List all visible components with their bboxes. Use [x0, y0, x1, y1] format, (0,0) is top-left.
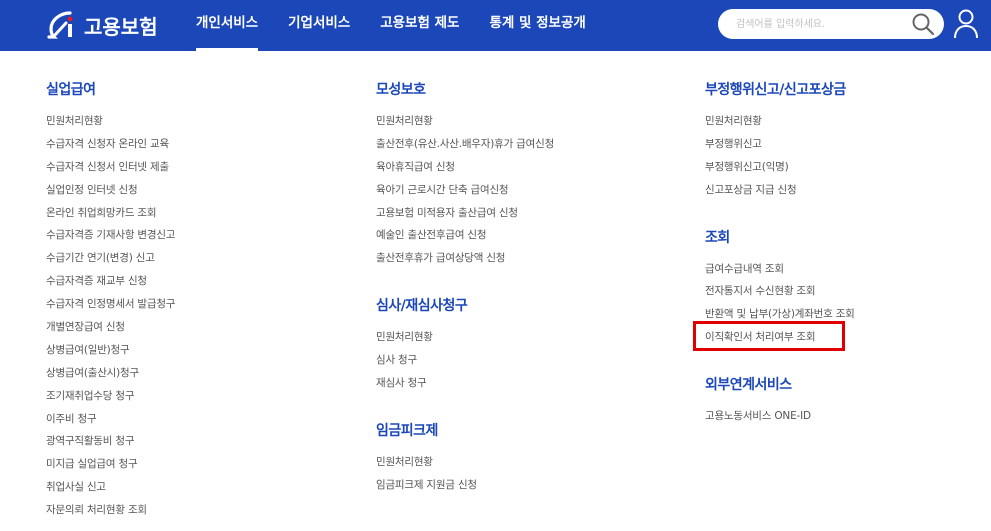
menu-link[interactable]: 심사 청구 — [376, 349, 554, 372]
section-title-wage-peak[interactable]: 임금피크제 — [376, 419, 554, 443]
top-navigation-bar: 고용보험 개인서비스 기업서비스 고용보험 제도 통계 및 정보공개 — [0, 0, 991, 51]
site-logo[interactable]: 고용보험 — [46, 9, 158, 41]
maternity-menu-list: 민원처리현황 출산전후(유산.사산.배우자)휴가 급여신청 육아휴직급여 신청 … — [376, 110, 554, 270]
menu-link[interactable]: 이주비 청구 — [46, 408, 175, 431]
menu-link[interactable]: 육아휴직급여 신청 — [376, 156, 554, 179]
menu-link[interactable]: 임금피크제 지원금 신청 — [376, 474, 554, 497]
menu-link[interactable]: 재심사 청구 — [376, 372, 554, 395]
menu-link[interactable]: 민원처리현황 — [46, 110, 175, 133]
menu-column-3: 부정행위신고/신고포상금 민원처리현황 부정행위신고 부정행위신고(익명) 신고… — [705, 78, 855, 428]
highlight-box — [693, 321, 845, 351]
menu-link[interactable]: 전자통지서 수신현황 조회 — [705, 280, 855, 303]
menu-link[interactable]: 부정행위신고 — [705, 133, 855, 156]
menu-link[interactable]: 수급자격증 재교부 신청 — [46, 270, 175, 293]
fraud-report-menu-list: 민원처리현황 부정행위신고 부정행위신고(익명) 신고포상금 지급 신청 — [705, 110, 855, 202]
menu-link[interactable]: 수급자격증 기재사항 변경신고 — [46, 224, 175, 247]
menu-link[interactable]: 광역구직활동비 청구 — [46, 430, 175, 453]
nav-tab-business-services[interactable]: 기업서비스 — [288, 0, 350, 51]
menu-link[interactable]: 조기재취업수당 청구 — [46, 385, 175, 408]
menu-link[interactable]: 민원처리현황 — [376, 451, 554, 474]
main-nav: 개인서비스 기업서비스 고용보험 제도 통계 및 정보공개 — [196, 0, 616, 51]
menu-link[interactable]: 급여수급내역 조회 — [705, 258, 855, 281]
user-icon[interactable] — [953, 8, 979, 40]
menu-column-2: 모성보호 민원처리현황 출산전후(유산.사산.배우자)휴가 급여신청 육아휴직급… — [376, 78, 554, 497]
menu-link[interactable]: 고용보험 미적용자 출산급여 신청 — [376, 202, 554, 225]
wage-peak-menu-list: 민원처리현황 임금피크제 지원금 신청 — [376, 451, 554, 497]
logo-text: 고용보험 — [84, 14, 158, 39]
menu-link[interactable]: 신고포상금 지급 신청 — [705, 179, 855, 202]
menu-link[interactable]: 개별연장급여 신청 — [46, 316, 175, 339]
menu-link[interactable]: 자문의뢰 처리현황 조회 — [46, 499, 175, 522]
menu-link[interactable]: 상병급여(출산시)청구 — [46, 362, 175, 385]
menu-column-1: 실업급여 민원처리현황 수급자격 신청자 온라인 교육 수급자격 신청서 인터넷… — [46, 78, 175, 522]
nav-tab-insurance-system[interactable]: 고용보험 제도 — [380, 0, 459, 51]
section-title-unemployment[interactable]: 실업급여 — [46, 78, 175, 102]
menu-link[interactable]: 취업사실 신고 — [46, 476, 175, 499]
menu-link[interactable]: 수급자격 인정명세서 발급청구 — [46, 293, 175, 316]
menu-link[interactable]: 온라인 취업희망카드 조회 — [46, 202, 175, 225]
menu-link[interactable]: 민원처리현황 — [705, 110, 855, 133]
section-title-fraud-report[interactable]: 부정행위신고/신고포상금 — [705, 78, 855, 102]
menu-link[interactable]: 미지급 실업급여 청구 — [46, 453, 175, 476]
section-title-inquiry[interactable]: 조회 — [705, 226, 855, 250]
search-input[interactable] — [736, 15, 896, 33]
menu-link[interactable]: 수급자격 신청자 온라인 교육 — [46, 133, 175, 156]
appeal-menu-list: 민원처리현황 심사 청구 재심사 청구 — [376, 326, 554, 395]
menu-link[interactable]: 예술인 출산전후급여 신청 — [376, 224, 554, 247]
section-title-maternity[interactable]: 모성보호 — [376, 78, 554, 102]
nav-tab-statistics[interactable]: 통계 및 정보공개 — [489, 0, 585, 51]
unemployment-menu-list: 민원처리현황 수급자격 신청자 온라인 교육 수급자격 신청서 인터넷 제출 실… — [46, 110, 175, 522]
search-icon[interactable] — [910, 12, 936, 36]
logo-mark-icon — [46, 10, 82, 40]
menu-link[interactable]: 부정행위신고(익명) — [705, 156, 855, 179]
menu-link[interactable]: 육아기 근로시간 단축 급여신청 — [376, 179, 554, 202]
external-services-menu-list: 고용노동서비스 ONE-ID — [705, 405, 855, 428]
menu-link[interactable]: 민원처리현황 — [376, 326, 554, 349]
nav-tab-personal-services[interactable]: 개인서비스 — [196, 0, 259, 51]
menu-link[interactable]: 출산전후휴가 급여상당액 신청 — [376, 247, 554, 270]
section-title-external-services[interactable]: 외부연계서비스 — [705, 373, 855, 397]
menu-link[interactable]: 출산전후(유산.사산.배우자)휴가 급여신청 — [376, 133, 554, 156]
menu-link[interactable]: 민원처리현황 — [376, 110, 554, 133]
section-title-appeal[interactable]: 심사/재심사청구 — [376, 294, 554, 318]
menu-link[interactable]: 고용노동서비스 ONE-ID — [705, 405, 855, 428]
menu-link[interactable]: 실업인정 인터넷 신청 — [46, 179, 175, 202]
menu-link[interactable]: 상병급여(일반)청구 — [46, 339, 175, 362]
menu-link[interactable]: 수급기간 연기(변경) 신고 — [46, 247, 175, 270]
menu-link[interactable]: 수급자격 신청서 인터넷 제출 — [46, 156, 175, 179]
search-box — [718, 9, 944, 39]
